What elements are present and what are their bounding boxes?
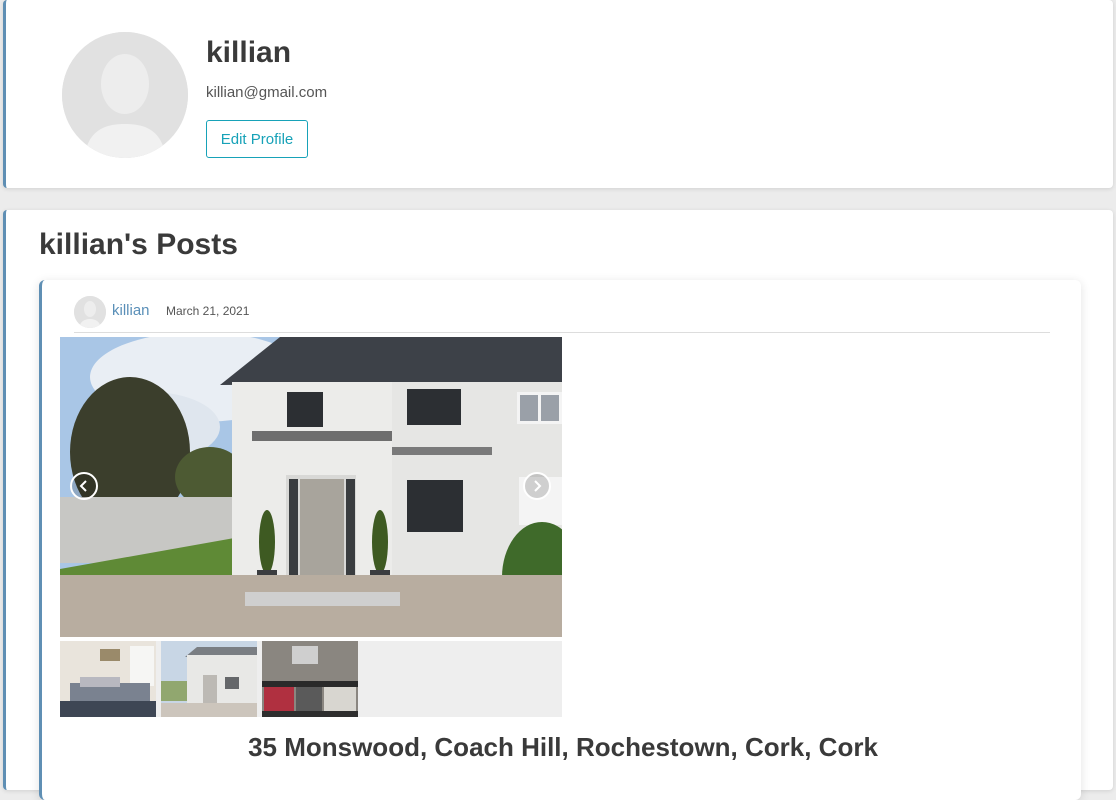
house-exterior-photo: [161, 641, 257, 717]
kitchen-photo: [262, 641, 358, 717]
user-silhouette-icon: [62, 32, 188, 158]
thumbnail-kitchen[interactable]: [262, 641, 358, 717]
posts-title: killian's Posts: [39, 228, 238, 261]
profile-name: killian: [206, 36, 292, 69]
avatar: [62, 32, 188, 158]
post-author-avatar: [74, 296, 106, 328]
posts-section: killian's Posts killian March 21, 2021 3…: [3, 210, 1113, 800]
post-header: killian March 21, 2021: [74, 294, 1050, 333]
bedroom-photo: [60, 641, 156, 717]
carousel-prev-button[interactable]: [70, 472, 98, 500]
profile-card: killian killian@gmail.com Edit Profile: [3, 0, 1113, 188]
house-exterior-image: [60, 337, 562, 637]
chevron-left-icon: [79, 480, 87, 492]
profile-email: killian@gmail.com: [206, 84, 328, 101]
image-carousel: [60, 337, 562, 637]
post-card: killian March 21, 2021 35 Monswood, Coac…: [39, 280, 1081, 800]
chevron-right-icon: [534, 480, 542, 492]
carousel-next-button[interactable]: [523, 472, 551, 500]
thumbnail-bedroom[interactable]: [60, 641, 156, 717]
edit-profile-button[interactable]: Edit Profile: [206, 120, 308, 158]
post-address: 35 Monswood, Coach Hill, Rochestown, Cor…: [248, 732, 878, 762]
user-silhouette-icon: [74, 296, 106, 328]
post-author-link[interactable]: killian: [112, 302, 150, 319]
post-date: March 21, 2021: [166, 304, 250, 318]
thumbnail-strip: [60, 641, 562, 717]
thumbnail-house-exterior[interactable]: [161, 641, 257, 717]
